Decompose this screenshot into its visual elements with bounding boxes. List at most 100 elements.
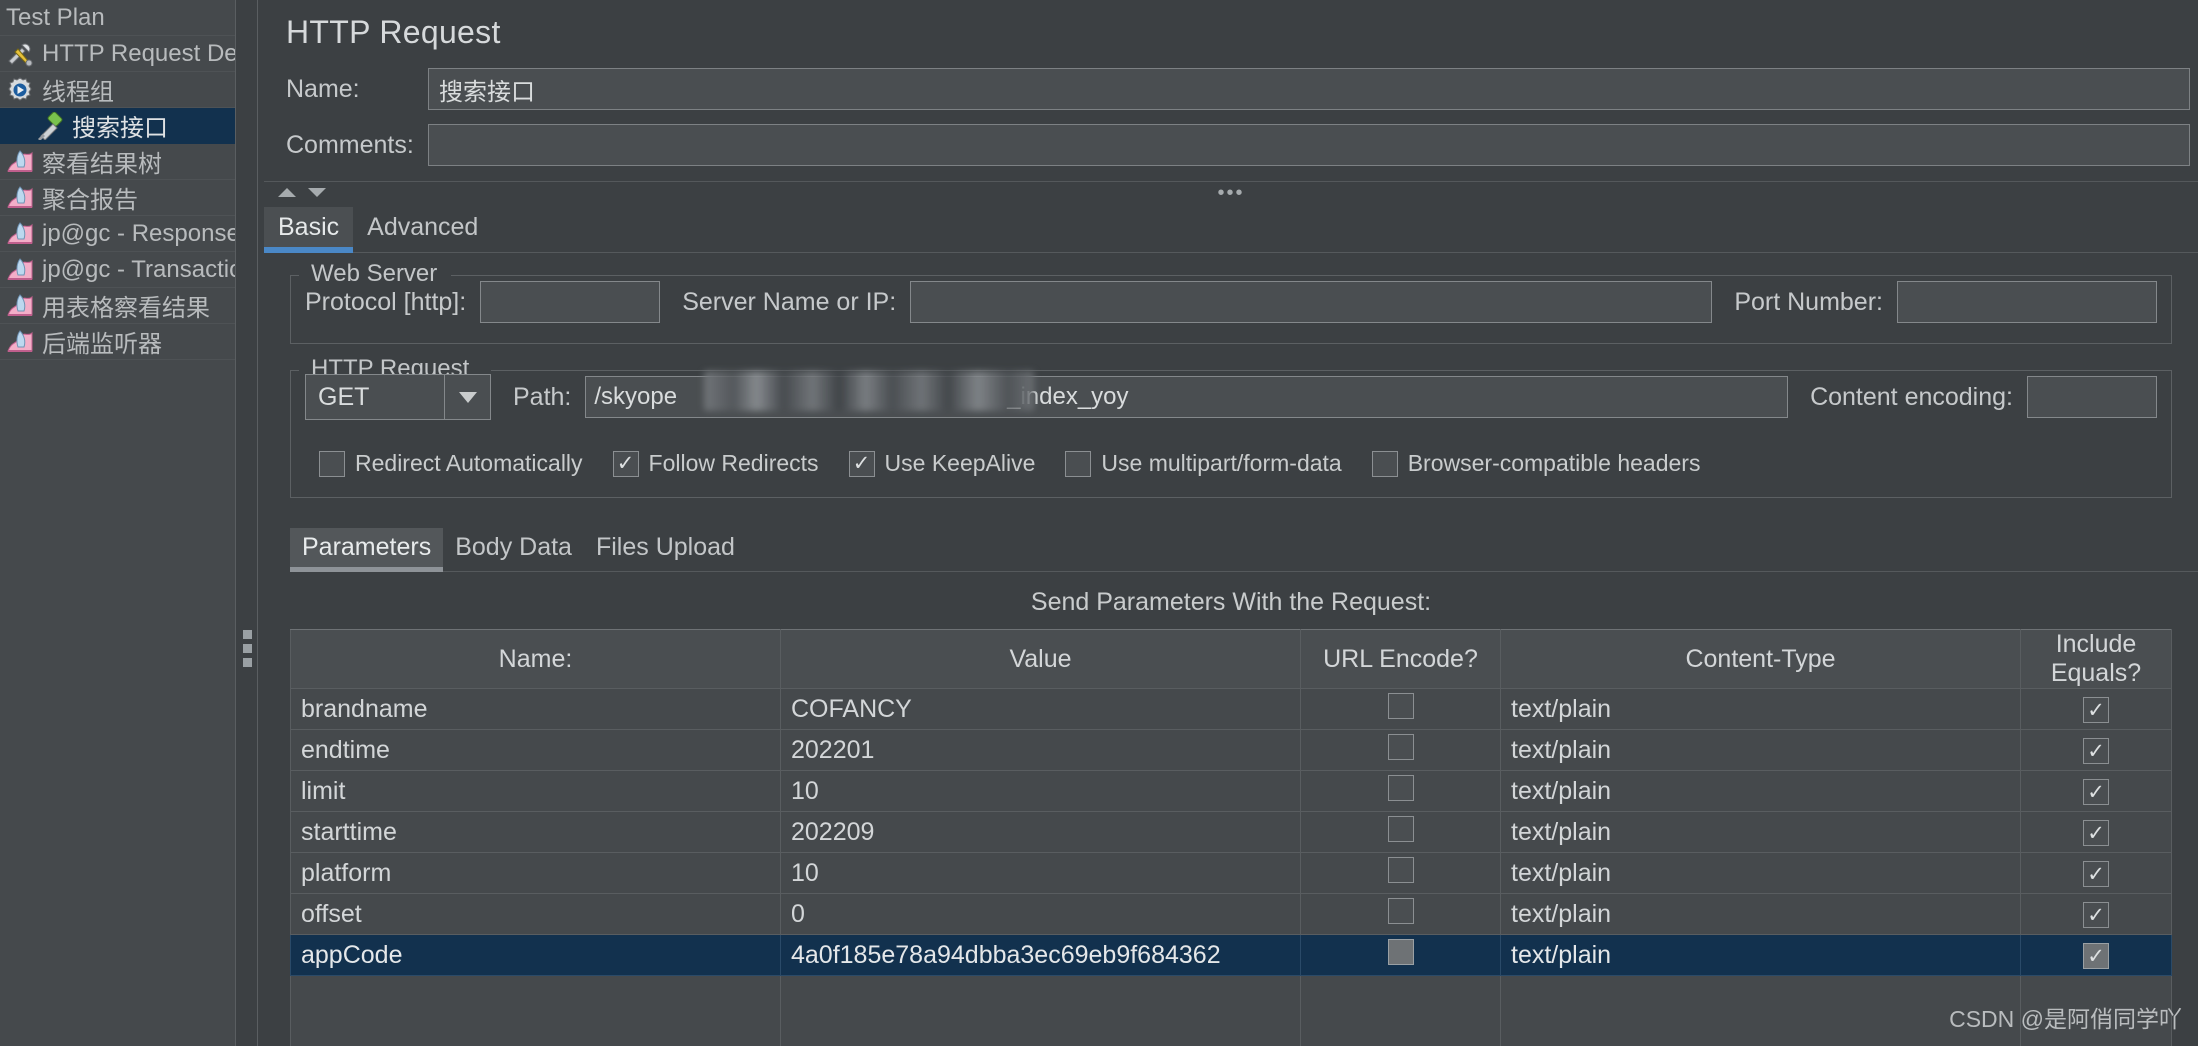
- cell-include-equals[interactable]: ✓: [2020, 893, 2172, 935]
- checkbox-box[interactable]: [1065, 450, 1092, 477]
- test-plan-tree[interactable]: Test Plan HTTP Request Def 线程组 搜索接口 察看结果…: [0, 0, 236, 1046]
- cell-value[interactable]: 0: [780, 893, 1301, 935]
- column-header-0[interactable]: Name:: [290, 629, 781, 689]
- content-encoding-input[interactable]: [2027, 376, 2157, 418]
- tree-item-3[interactable]: 搜索接口: [0, 108, 235, 144]
- cell-content-type[interactable]: text/plain: [1500, 934, 2021, 976]
- cell-name[interactable]: brandname: [290, 688, 781, 730]
- panel-splitter-handle[interactable]: [236, 0, 258, 1046]
- cell-name[interactable]: offset: [290, 893, 781, 935]
- table-row[interactable]: offset 0 text/plain ✓: [290, 893, 2172, 935]
- name-input[interactable]: 搜索接口: [428, 68, 2190, 110]
- column-header-3[interactable]: Content-Type: [1500, 629, 2021, 689]
- include-equals-checkbox[interactable]: ✓: [2083, 943, 2109, 969]
- cell-name[interactable]: appCode: [290, 934, 781, 976]
- tree-item-7[interactable]: jp@gc - Transactio: [0, 252, 235, 288]
- tab-basic[interactable]: Basic: [264, 207, 354, 253]
- collapse-up-icon[interactable]: [278, 188, 296, 197]
- cell-include-equals[interactable]: ✓: [2020, 811, 2172, 853]
- cell-url-encode[interactable]: [1300, 770, 1501, 812]
- table-row[interactable]: platform 10 text/plain ✓: [290, 852, 2172, 894]
- cell-value[interactable]: 10: [780, 852, 1301, 894]
- subtab-parameters[interactable]: Parameters: [290, 528, 444, 572]
- checkbox-option-2[interactable]: ✓ Use KeepAlive: [848, 450, 1035, 477]
- cell-name[interactable]: starttime: [290, 811, 781, 853]
- main-tab-bar[interactable]: Basic Advanced: [264, 203, 2198, 253]
- cell-value[interactable]: 202209: [780, 811, 1301, 853]
- include-equals-checkbox[interactable]: ✓: [2083, 738, 2109, 764]
- checkbox-option-0[interactable]: Redirect Automatically: [319, 450, 583, 477]
- cell-url-encode[interactable]: [1300, 688, 1501, 730]
- tree-item-8[interactable]: 用表格察看结果: [0, 288, 235, 324]
- section-splitter[interactable]: •••: [264, 181, 2198, 203]
- checkbox-box[interactable]: [1371, 450, 1398, 477]
- checkbox-option-1[interactable]: ✓ Follow Redirects: [612, 450, 819, 477]
- cell-name[interactable]: endtime: [290, 729, 781, 771]
- subtab-body-data[interactable]: Body Data: [443, 528, 584, 571]
- checkbox-option-3[interactable]: Use multipart/form-data: [1065, 450, 1342, 477]
- port-number-input[interactable]: [1897, 281, 2157, 323]
- include-equals-checkbox[interactable]: ✓: [2083, 902, 2109, 928]
- cell-content-type[interactable]: text/plain: [1500, 729, 2021, 771]
- checkbox-box[interactable]: ✓: [612, 450, 639, 477]
- collapse-down-icon[interactable]: [308, 188, 326, 197]
- url-encode-checkbox[interactable]: [1387, 815, 1414, 842]
- parameters-table[interactable]: Name: Value URL Encode? Content-Type Include…: [290, 629, 2172, 976]
- cell-include-equals[interactable]: ✓: [2020, 852, 2172, 894]
- subtab-files-upload[interactable]: Files Upload: [584, 528, 747, 571]
- tree-item-1[interactable]: HTTP Request Def: [0, 36, 235, 72]
- include-equals-checkbox[interactable]: ✓: [2083, 779, 2109, 805]
- tree-item-2[interactable]: 线程组: [0, 72, 235, 108]
- cell-name[interactable]: platform: [290, 852, 781, 894]
- cell-include-equals[interactable]: ✓: [2020, 688, 2172, 730]
- parameters-tab-bar[interactable]: Parameters Body Data Files Upload: [290, 524, 2198, 572]
- url-encode-checkbox[interactable]: [1387, 692, 1414, 719]
- cell-content-type[interactable]: text/plain: [1500, 811, 2021, 853]
- cell-value[interactable]: COFANCY: [780, 688, 1301, 730]
- tree-item-4[interactable]: 察看结果树: [0, 144, 235, 180]
- server-name-input[interactable]: [910, 281, 1713, 323]
- cell-content-type[interactable]: text/plain: [1500, 893, 2021, 935]
- method-select[interactable]: GET: [305, 374, 491, 420]
- cell-name[interactable]: limit: [290, 770, 781, 812]
- table-row[interactable]: brandname COFANCY text/plain ✓: [290, 688, 2172, 730]
- tree-item-0[interactable]: Test Plan: [0, 0, 235, 36]
- include-equals-checkbox[interactable]: ✓: [2083, 697, 2109, 723]
- protocol-input[interactable]: [480, 281, 661, 323]
- table-row[interactable]: starttime 202209 text/plain ✓: [290, 811, 2172, 853]
- comments-input[interactable]: [428, 124, 2190, 166]
- tree-item-6[interactable]: jp@gc - Response: [0, 216, 235, 252]
- include-equals-checkbox[interactable]: ✓: [2083, 820, 2109, 846]
- column-header-4[interactable]: Include Equals?: [2020, 629, 2172, 689]
- request-options-row[interactable]: Redirect Automatically ✓ Follow Redirects ✓…: [319, 450, 2157, 477]
- tree-item-5[interactable]: 聚合报告: [0, 180, 235, 216]
- cell-include-equals[interactable]: ✓: [2020, 934, 2172, 976]
- table-row[interactable]: appCode 4a0f185e78a94dbba3ec69eb9f684362 t…: [290, 934, 2172, 976]
- cell-value[interactable]: 4a0f185e78a94dbba3ec69eb9f684362: [780, 934, 1301, 976]
- chevron-down-icon[interactable]: [444, 375, 490, 419]
- url-encode-checkbox[interactable]: [1387, 938, 1414, 965]
- url-encode-checkbox[interactable]: [1387, 733, 1414, 760]
- checkbox-box[interactable]: ✓: [848, 450, 875, 477]
- cell-content-type[interactable]: text/plain: [1500, 688, 2021, 730]
- table-row[interactable]: endtime 202201 text/plain ✓: [290, 729, 2172, 771]
- checkbox-box[interactable]: [319, 450, 345, 477]
- column-header-1[interactable]: Value: [780, 629, 1301, 689]
- cell-url-encode[interactable]: [1300, 852, 1501, 894]
- url-encode-checkbox[interactable]: [1387, 774, 1414, 801]
- cell-url-encode[interactable]: [1300, 934, 1501, 976]
- cell-url-encode[interactable]: [1300, 729, 1501, 771]
- cell-content-type[interactable]: text/plain: [1500, 770, 2021, 812]
- url-encode-checkbox[interactable]: [1387, 856, 1414, 883]
- cell-value[interactable]: 10: [780, 770, 1301, 812]
- include-equals-checkbox[interactable]: ✓: [2083, 861, 2109, 887]
- table-row[interactable]: limit 10 text/plain ✓: [290, 770, 2172, 812]
- splitter-arrows[interactable]: [278, 188, 326, 197]
- cell-include-equals[interactable]: ✓: [2020, 770, 2172, 812]
- cell-url-encode[interactable]: [1300, 893, 1501, 935]
- cell-include-equals[interactable]: ✓: [2020, 729, 2172, 771]
- url-encode-checkbox[interactable]: [1387, 897, 1414, 924]
- checkbox-option-4[interactable]: Browser-compatible headers: [1371, 450, 1700, 477]
- column-header-2[interactable]: URL Encode?: [1300, 629, 1501, 689]
- cell-value[interactable]: 202201: [780, 729, 1301, 771]
